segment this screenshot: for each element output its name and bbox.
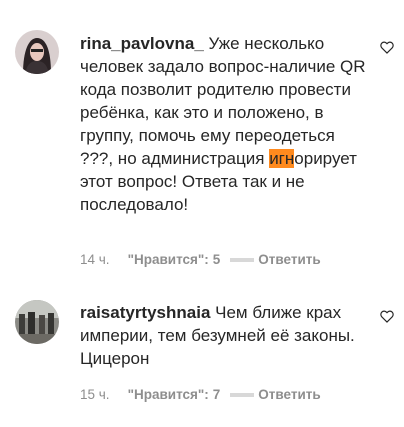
comment-text: rina_pavlovna_ Уже несколько человек зад… [80, 32, 372, 216]
reply-button[interactable]: Ответить [258, 387, 320, 402]
avatar-image [15, 30, 59, 74]
reply-icon [230, 257, 255, 262]
likes-count[interactable]: 5 [213, 252, 221, 267]
comment-time[interactable]: 14 ч. [80, 252, 110, 267]
comment-username[interactable]: raisatyrtyshnaia [80, 303, 210, 322]
avatar[interactable] [15, 30, 59, 74]
likes-count[interactable]: 7 [213, 387, 221, 402]
reply-button[interactable]: Ответить [258, 252, 320, 267]
avatar-image [15, 300, 59, 344]
comment-text: raisatyrtyshnaia Чем ближе крах империи,… [80, 301, 372, 370]
comment-username[interactable]: rina_pavlovna_ [80, 34, 204, 53]
comment-time[interactable]: 15 ч. [80, 387, 110, 402]
comment-body-start: Уже несколько человек задало вопрос-нали… [80, 34, 366, 168]
likes-label[interactable]: "Нравится": [128, 252, 209, 267]
heart-icon[interactable] [380, 41, 394, 54]
reply-icon [230, 392, 255, 397]
avatar[interactable] [15, 300, 59, 344]
comment-meta: 14 ч. "Нравится": 5 Ответить [80, 252, 321, 267]
search-highlight: игн [269, 149, 295, 168]
heart-icon[interactable] [380, 310, 394, 323]
comment-meta: 15 ч. "Нравится": 7 Ответить [80, 387, 321, 402]
likes-label[interactable]: "Нравится": [128, 387, 209, 402]
